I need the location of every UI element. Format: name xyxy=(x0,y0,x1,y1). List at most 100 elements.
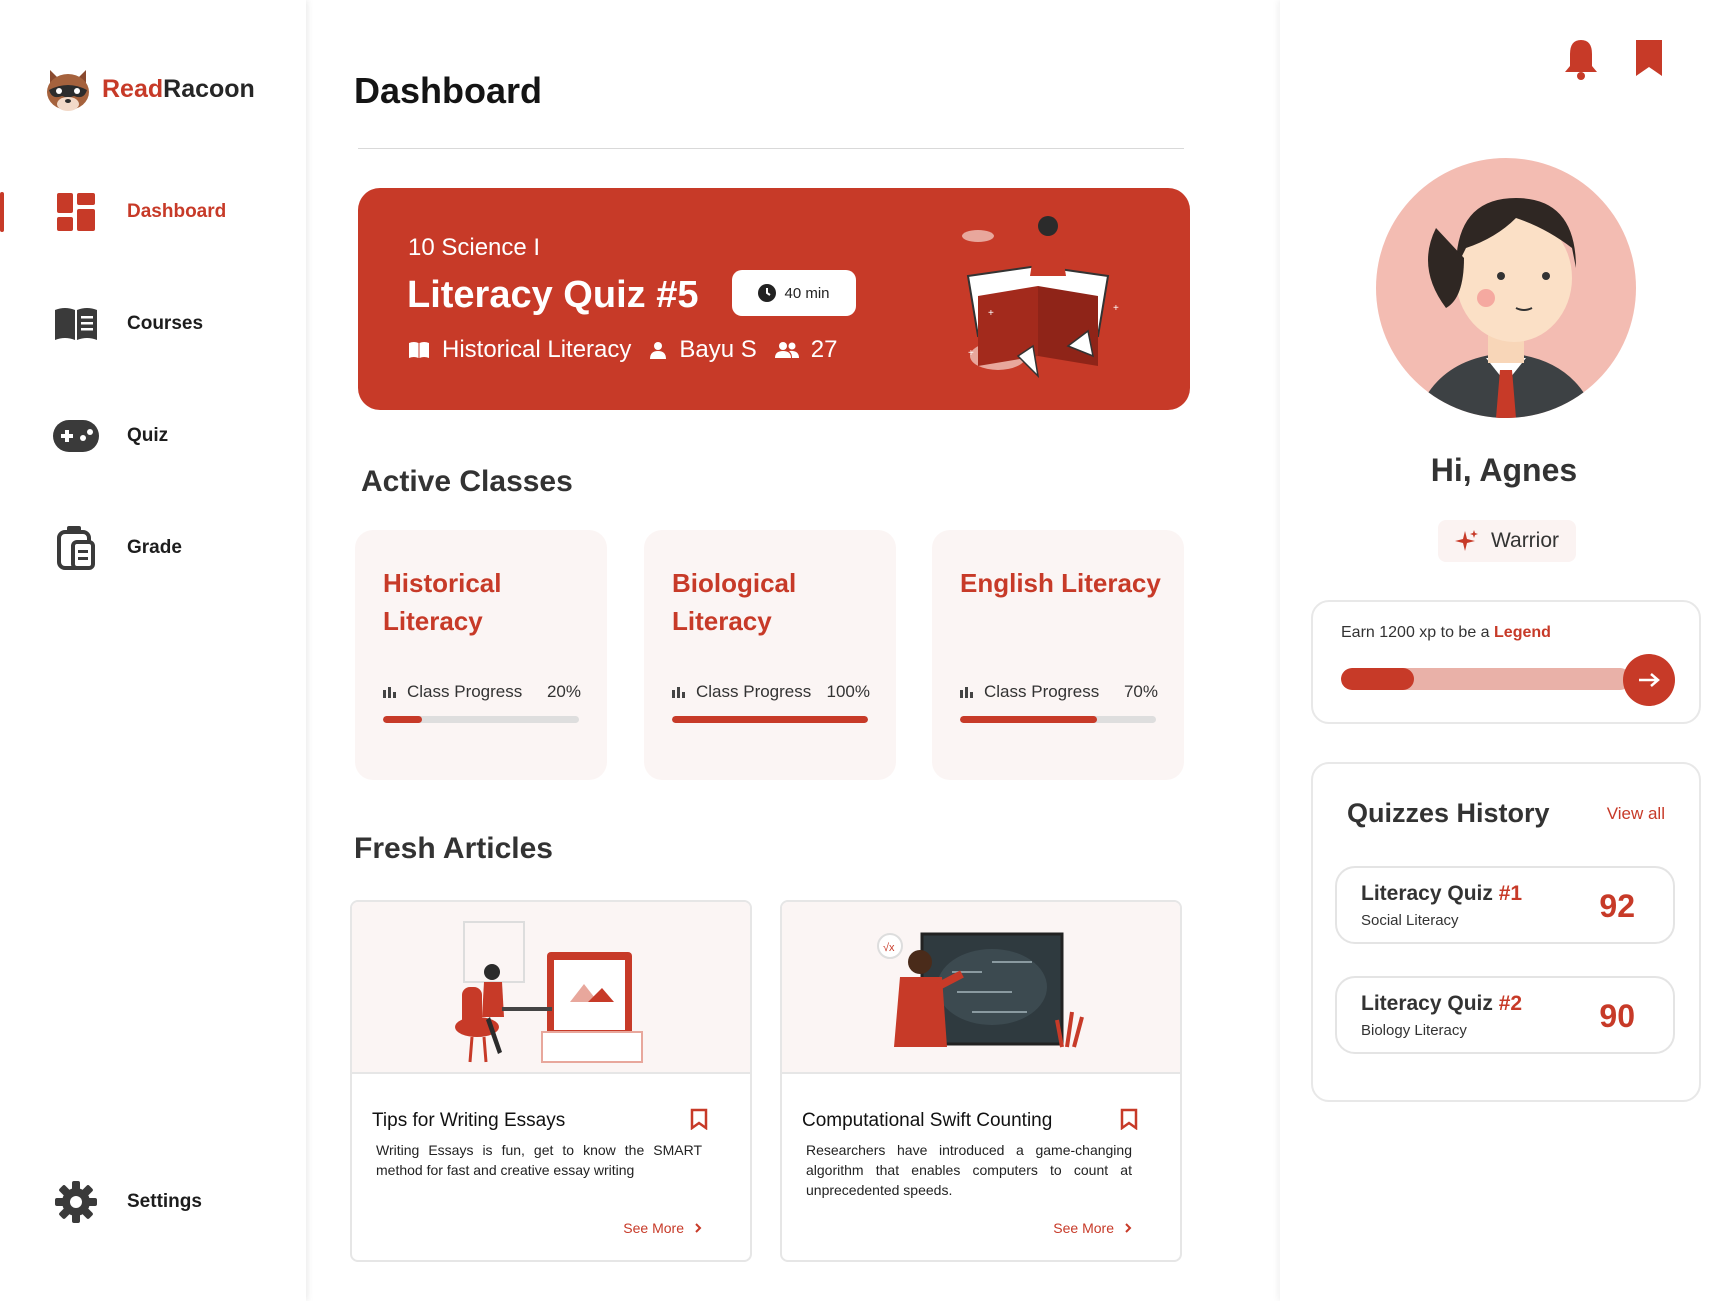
quiz-course: Historical Literacy xyxy=(442,336,632,363)
class-progress-label: Class Progress xyxy=(984,682,1100,701)
sidebar-item-dashboard[interactable]: Dashboard xyxy=(0,182,306,242)
class-name: Historical Literacy xyxy=(383,568,502,636)
class-progress-fill xyxy=(672,716,868,723)
view-all-link[interactable]: View all xyxy=(1607,804,1665,824)
clipboard-icon xyxy=(52,524,100,572)
sidebar-item-settings[interactable]: Settings xyxy=(0,1172,306,1232)
fresh-articles-title: Fresh Articles xyxy=(354,832,553,865)
class-progress-row: Class Progress 20% xyxy=(383,682,581,702)
bookmark-icon[interactable] xyxy=(1120,1108,1138,1130)
class-card[interactable]: Historical Literacy Class Progress 20% xyxy=(355,530,607,780)
quiz-duration: 40 min xyxy=(784,284,830,302)
book-icon xyxy=(52,300,100,348)
class-progress-fill xyxy=(383,716,423,723)
quiz-name: Literacy Quiz xyxy=(1361,882,1493,905)
greeting: Hi, Agnes xyxy=(1430,452,1578,488)
quiz-name: Literacy Quiz xyxy=(1361,992,1493,1015)
bookmark-icon[interactable] xyxy=(690,1108,708,1130)
svg-text:√x: √x xyxy=(883,942,895,954)
quiz-history-score: 92 xyxy=(1599,888,1635,924)
sidebar-item-label: Courses xyxy=(127,313,204,334)
class-progress-bar xyxy=(672,716,868,723)
sidebar-item-quiz[interactable]: Quiz xyxy=(0,406,306,466)
xp-progress-fill xyxy=(1341,668,1414,690)
class-name: English Literacy xyxy=(960,568,1161,598)
quizzes-history-title: Quizzes History xyxy=(1347,798,1550,828)
class-card[interactable]: English Literacy Class Progress 70% xyxy=(932,530,1184,780)
page-title: Dashboard xyxy=(354,70,543,111)
sidebar-item-grade[interactable]: Grade xyxy=(0,518,306,578)
class-progress-bar xyxy=(960,716,1156,723)
quiz-class-name: 10 Science I xyxy=(408,234,541,261)
see-more-label: See More xyxy=(623,1220,684,1236)
raccoon-icon xyxy=(47,70,89,111)
book-open-icon xyxy=(409,342,429,358)
user-avatar-illustration xyxy=(1416,198,1596,418)
brand-logo[interactable]: ReadRacoon xyxy=(44,66,255,112)
quiz-history-item[interactable]: Literacy Quiz #2 Biology Literacy 90 xyxy=(1335,976,1675,1054)
article-description: Researchers have introduced a game-chang… xyxy=(806,1142,1132,1198)
svg-text:+: + xyxy=(968,348,974,359)
class-progress-row: Class Progress 70% xyxy=(960,682,1158,702)
class-progress-label: Class Progress xyxy=(696,682,812,701)
title-divider xyxy=(358,148,1184,149)
quiz-history-item[interactable]: Literacy Quiz #1 Social Literacy 92 xyxy=(1335,866,1675,944)
xp-text: Earn 1200 xp to be a Legend xyxy=(1341,624,1551,642)
sidebar-item-label: Quiz xyxy=(127,425,169,446)
quiz-history-subject: Social Literacy xyxy=(1361,912,1459,929)
class-progress-bar xyxy=(383,716,579,723)
gear-icon xyxy=(52,1178,100,1226)
xp-text-prefix: Earn 1200 xp to be a xyxy=(1341,624,1490,641)
chalkboard-man-illustration: √x xyxy=(877,932,1084,1048)
avatar[interactable] xyxy=(1376,158,1636,418)
class-name: Biological Literacy xyxy=(672,568,797,636)
see-more-label: See More xyxy=(1053,1220,1114,1236)
quiz-duration-badge[interactable]: 40 min xyxy=(732,270,856,316)
profile-panel: Hi, Agnes Warrior Earn 1200 xp to be a L… xyxy=(1280,0,1728,1301)
bar-chart-icon xyxy=(383,687,396,698)
svg-text:+: + xyxy=(988,308,994,319)
quiz-teacher: Bayu S xyxy=(679,336,757,363)
quiz-history-score: 90 xyxy=(1599,998,1635,1034)
sidebar-item-label: Dashboard xyxy=(127,201,227,222)
brand-name-part2: Racoon xyxy=(163,74,255,103)
article-title[interactable]: Computational Swift Counting xyxy=(802,1110,1052,1132)
notification-bell-icon[interactable] xyxy=(1564,38,1598,80)
sidebar-item-label: Grade xyxy=(127,537,182,558)
see-more-link[interactable]: See More xyxy=(1053,1220,1132,1236)
sidebar: ReadRacoon Dashboard Courses Quiz Grade … xyxy=(0,0,306,1301)
class-progress-label: Class Progress xyxy=(407,682,523,701)
class-progress-fill xyxy=(960,716,1098,723)
article-card[interactable]: √x Computational Swift Counting Research… xyxy=(780,900,1182,1262)
article-description: Writing Essays is fun, get to know the S… xyxy=(376,1142,702,1178)
quiz-history-name: Literacy Quiz #2 xyxy=(1361,992,1522,1016)
quizzes-history-card: Quizzes History View all Literacy Quiz #… xyxy=(1311,762,1701,1102)
sidebar-item-courses[interactable]: Courses xyxy=(0,294,306,354)
brand-name: ReadRacoon xyxy=(102,75,255,104)
person-icon xyxy=(650,342,667,359)
upcoming-quiz-banner[interactable]: 10 Science I Literacy Quiz #5 40 min His… xyxy=(358,188,1190,410)
article-card[interactable]: Tips for Writing Essays Writing Essays i… xyxy=(350,900,752,1262)
arrow-right-icon xyxy=(1639,673,1660,687)
gamepad-icon xyxy=(52,412,100,460)
class-card[interactable]: Biological Literacy Class Progress 100% xyxy=(644,530,896,780)
class-progress-value: 20% xyxy=(546,682,581,701)
svg-text:+: + xyxy=(1113,303,1119,314)
brand-name-part1: Read xyxy=(102,74,164,103)
quiz-participants: 27 xyxy=(810,336,838,363)
chevron-right-icon xyxy=(695,1223,702,1233)
people-icon xyxy=(774,342,799,358)
writing-woman-illustration xyxy=(455,921,643,1063)
bookmark-icon[interactable] xyxy=(1634,38,1664,78)
sparkle-icon xyxy=(1454,530,1478,551)
quiz-history-subject: Biology Literacy xyxy=(1361,1022,1467,1039)
see-more-link[interactable]: See More xyxy=(623,1220,702,1236)
class-progress-value: 100% xyxy=(826,682,870,701)
dashboard-icon xyxy=(52,188,100,236)
class-progress-value: 70% xyxy=(1123,682,1158,701)
active-classes-title: Active Classes xyxy=(361,465,573,498)
xp-next-button[interactable] xyxy=(1623,654,1675,706)
reading-girl-illustration: + + + xyxy=(962,216,1119,379)
article-title[interactable]: Tips for Writing Essays xyxy=(372,1110,565,1132)
bar-chart-icon xyxy=(672,687,685,698)
